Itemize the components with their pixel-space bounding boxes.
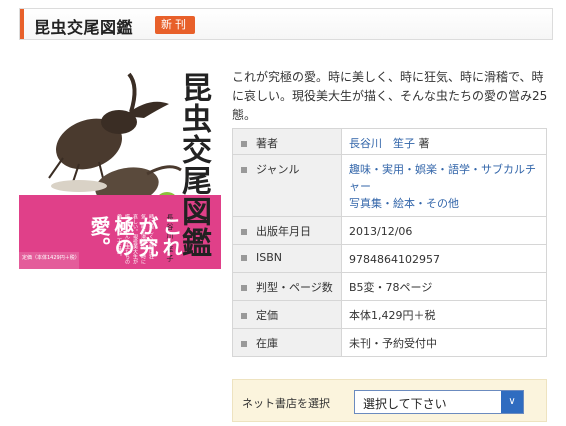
page-header: 昆虫交尾図鑑 新刊 — [19, 8, 553, 40]
spec-row-format: 判型・ページ数 B5変・78ページ — [232, 272, 547, 301]
store-select-label: ネット書店を選択 — [242, 397, 330, 410]
spec-row-price: 定価 本体1,429円＋税 — [232, 300, 547, 329]
bullet-icon — [241, 341, 247, 347]
date-label: 出版年月日 — [256, 225, 311, 238]
price-value: 本体1,429円＋税 — [341, 300, 547, 329]
stock-value: 未刊・予約受付中 — [341, 328, 547, 357]
store-select-value: 選択して下さい — [363, 397, 447, 411]
cover-price-note: 定価（本体1429円＋税） — [22, 255, 80, 261]
header-accent-bar — [20, 9, 24, 39]
isbn-label: ISBN — [256, 251, 283, 264]
book-spec-table: 著者 長谷川 笙子 著 ジャンル 趣味・実用・娯楽・語学・サブカルチャー 写真集… — [232, 128, 547, 357]
price-label: 定価 — [256, 309, 278, 322]
format-label: 判型・ページ数 — [256, 281, 333, 294]
spec-row-genre: ジャンル 趣味・実用・娯楽・語学・サブカルチャー 写真集・絵本・その他 — [232, 154, 547, 217]
stock-label: 在庫 — [256, 337, 278, 350]
author-role: 著 — [418, 137, 430, 150]
genre-link-photobook[interactable]: 写真集・絵本・その他 — [349, 195, 540, 212]
page-title: 昆虫交尾図鑑 — [34, 18, 134, 37]
bullet-icon — [241, 255, 247, 261]
new-release-badge: 新刊 — [155, 16, 195, 34]
author-label: 著者 — [256, 137, 278, 150]
spec-row-date: 出版年月日 2013/12/06 — [232, 216, 547, 245]
spec-row-isbn: ISBN 9784864102957 — [232, 244, 547, 273]
genre-link-hobby[interactable]: 趣味・実用・娯楽・語学・サブカルチャー — [349, 161, 540, 195]
store-select-dropdown[interactable]: 選択して下さい ∨ — [354, 390, 524, 414]
book-cover-image: 昆虫交尾図鑑 長谷川 笙子 これが究極の愛。 定価（本体1429円＋税） 時に美… — [19, 66, 221, 269]
chevron-down-icon[interactable]: ∨ — [501, 391, 523, 413]
date-value: 2013/12/06 — [341, 216, 547, 245]
spec-row-author: 著者 長谷川 笙子 著 — [232, 128, 547, 155]
bullet-icon — [241, 167, 247, 173]
bullet-icon — [241, 229, 247, 235]
bullet-icon — [241, 285, 247, 291]
book-description: これが究極の愛。時に美しく、時に狂気、時に滑稽で、時に哀しい。現役美大生が描く、… — [232, 70, 548, 122]
online-store-selector: ネット書店を選択 選択して下さい ∨ — [232, 379, 547, 422]
cover-blurb: 時に美しく、時に狂気、時に滑稽で、時に哀しい。現役美大生が描く、そんな虫たちの愛… — [116, 214, 154, 264]
author-link[interactable]: 長谷川 笙子 — [349, 137, 415, 150]
isbn-value: 9784864102957 — [341, 244, 547, 273]
genre-label: ジャンル — [256, 163, 300, 176]
spec-row-stock: 在庫 未刊・予約受付中 — [232, 328, 547, 357]
bullet-icon — [241, 141, 247, 147]
bullet-icon — [241, 313, 247, 319]
format-value: B5変・78ページ — [341, 272, 547, 301]
